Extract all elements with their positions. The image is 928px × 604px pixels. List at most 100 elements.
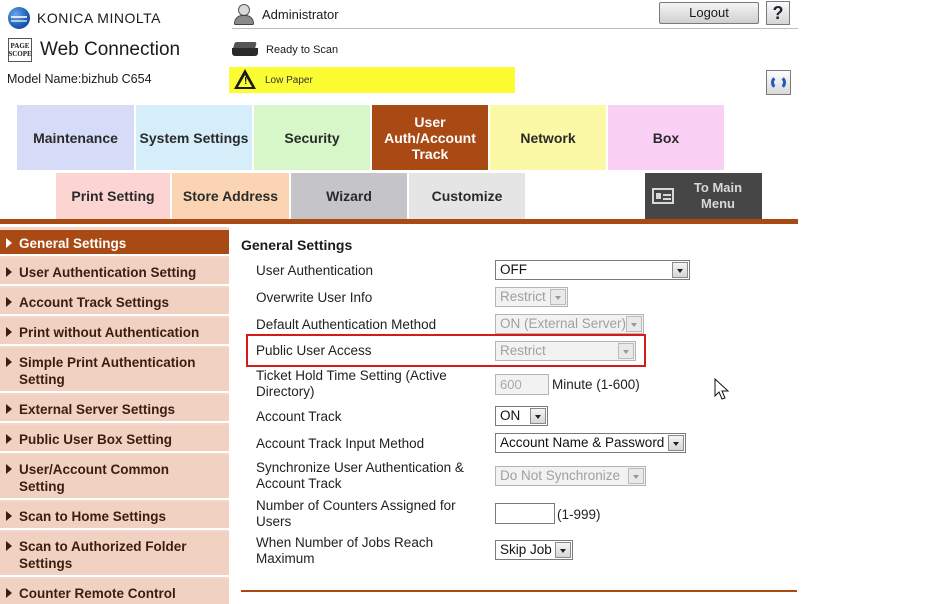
sidebar-item-external-server-settings[interactable]: External Server Settings xyxy=(0,395,229,423)
tab-print-setting[interactable]: Print Setting xyxy=(56,173,170,219)
arrow-right-icon xyxy=(6,267,12,277)
sidebar-item-label: Scan to Authorized Folder Settings xyxy=(19,539,187,571)
jobs-reach-maximum-label: When Number of Jobs Reach Maximum xyxy=(256,535,434,566)
arrow-right-icon xyxy=(6,327,12,337)
tab-store-address[interactable]: Store Address xyxy=(172,173,289,219)
user-authentication-label: User Authentication xyxy=(256,263,374,278)
tab-system-settings[interactable]: System Settings xyxy=(136,105,252,170)
number-of-counters-input[interactable] xyxy=(495,503,555,524)
sidebar-item-label: Account Track Settings xyxy=(19,295,170,310)
tab-user-auth-label: User Auth/Account Track xyxy=(384,113,476,162)
ticket-hold-time-range: Minute (1-600) xyxy=(552,377,640,392)
scanner-icon xyxy=(232,42,258,58)
device-status: Ready to Scan xyxy=(232,42,338,58)
tab-box[interactable]: Box xyxy=(608,105,724,170)
arrow-right-icon xyxy=(6,588,12,598)
sidebar-item-label: Print without Authentication xyxy=(19,325,200,340)
pagescope-icon: PAGE SCOPE xyxy=(8,38,32,62)
pagescope-line2: SCOPE xyxy=(8,50,32,58)
logout-button[interactable]: Logout xyxy=(659,2,759,24)
globe-logo-icon xyxy=(8,7,30,29)
to-main-menu-button[interactable]: To Main Menu xyxy=(645,173,762,219)
header-divider xyxy=(232,28,798,29)
tab-network[interactable]: Network xyxy=(490,105,606,170)
model-name: Model Name:bizhub C654 xyxy=(7,72,152,86)
select-value: Skip Job xyxy=(500,542,552,557)
account-track-input-method-label: Account Track Input Method xyxy=(256,436,425,451)
overwrite-user-info-select[interactable]: Restrict xyxy=(495,287,568,307)
chevron-down-icon xyxy=(672,262,688,278)
tab-user-auth-account-track[interactable]: User Auth/Account Track xyxy=(372,105,488,170)
sidebar-item-label: Scan to Home Settings xyxy=(19,509,167,524)
administrator-icon xyxy=(232,3,256,25)
sidebar-item-scan-to-authorized-folder[interactable]: Scan to Authorized Folder Settings xyxy=(0,532,229,577)
arrow-right-icon xyxy=(6,511,12,521)
account-track-input-method-select[interactable]: Account Name & Password xyxy=(495,433,686,453)
chevron-down-icon xyxy=(550,289,566,305)
sidebar-item-scan-to-home-settings[interactable]: Scan to Home Settings xyxy=(0,502,229,530)
sidebar-item-general-settings[interactable]: General Settings xyxy=(0,230,229,256)
sidebar-item-label: Simple Print Authentication Setting xyxy=(19,355,196,387)
refresh-button[interactable] xyxy=(766,70,791,95)
status-text: Ready to Scan xyxy=(266,44,339,56)
tab-customize[interactable]: Customize xyxy=(409,173,525,219)
web-connection-logo: PAGE SCOPE Web Connection xyxy=(8,38,180,62)
tab-divider xyxy=(0,219,798,224)
number-of-counters-range: (1-999) xyxy=(557,507,601,522)
chevron-down-icon xyxy=(618,343,634,359)
ticket-hold-time-label: Ticket Hold Time Setting (Active Directo… xyxy=(256,368,447,399)
sidebar: General Settings User Authentication Set… xyxy=(0,227,229,604)
sidebar-item-public-user-box-setting[interactable]: Public User Box Setting xyxy=(0,425,229,453)
warning-bar[interactable]: ! Low Paper xyxy=(229,67,515,93)
tab-security[interactable]: Security xyxy=(254,105,370,170)
sidebar-item-user-account-common-setting[interactable]: User/Account Common Setting xyxy=(0,455,229,500)
sidebar-item-account-track-settings[interactable]: Account Track Settings xyxy=(0,288,229,316)
mouse-pointer-icon xyxy=(714,378,730,400)
ticket-hold-time-input[interactable]: 600 xyxy=(495,374,549,395)
select-value: ON (External Server) xyxy=(500,316,627,331)
number-of-counters-label: Number of Counters Assigned for Users xyxy=(256,498,456,529)
sidebar-item-user-authentication-setting[interactable]: User Authentication Setting xyxy=(0,258,229,286)
tab-maintenance[interactable]: Maintenance xyxy=(17,105,134,170)
overwrite-user-info-label: Overwrite User Info xyxy=(256,290,373,305)
sidebar-item-label: General Settings xyxy=(19,236,127,251)
user-name: Administrator xyxy=(262,6,339,22)
sidebar-item-print-without-authentication[interactable]: Print without Authentication xyxy=(0,318,229,346)
help-button[interactable]: ? xyxy=(766,1,790,25)
arrow-right-icon xyxy=(6,357,12,367)
sidebar-item-counter-remote-control[interactable]: Counter Remote Control xyxy=(0,579,229,604)
account-track-select[interactable]: ON xyxy=(495,406,548,426)
main-menu-icon xyxy=(652,188,674,204)
synchronize-select[interactable]: Do Not Synchronize xyxy=(495,466,646,486)
company-name: KONICA MINOLTA xyxy=(37,10,161,26)
select-value: Restrict xyxy=(500,289,546,304)
chevron-down-icon xyxy=(668,435,684,451)
pagescope-line1: PAGE xyxy=(10,42,30,50)
jobs-reach-maximum-select[interactable]: Skip Job xyxy=(495,540,573,560)
synchronize-label: Synchronize User Authentication & Accoun… xyxy=(256,460,464,491)
user-info: Administrator xyxy=(232,3,339,25)
select-value: Restrict xyxy=(500,343,546,358)
chevron-down-icon xyxy=(626,316,642,332)
page-title: General Settings xyxy=(241,237,353,253)
default-auth-method-select[interactable]: ON (External Server) xyxy=(495,314,644,334)
refresh-icon xyxy=(771,75,786,90)
chevron-down-icon xyxy=(628,468,644,484)
arrow-right-icon xyxy=(6,238,12,248)
chevron-down-icon xyxy=(530,408,546,424)
public-user-access-select[interactable]: Restrict xyxy=(495,341,636,361)
warning-text: Low Paper xyxy=(265,74,313,86)
product-name: Web Connection xyxy=(40,39,181,60)
default-auth-method-label: Default Authentication Method xyxy=(256,317,437,332)
select-value: Do Not Synchronize xyxy=(500,468,621,483)
sidebar-item-simple-print-authentication[interactable]: Simple Print Authentication Setting xyxy=(0,348,229,393)
sidebar-item-label: Counter Remote Control xyxy=(19,586,176,601)
sidebar-item-label: External Server Settings xyxy=(19,402,176,417)
arrow-right-icon xyxy=(6,541,12,551)
tab-wizard[interactable]: Wizard xyxy=(291,173,407,219)
user-authentication-select[interactable]: OFF xyxy=(495,260,690,280)
warning-icon: ! xyxy=(232,69,262,91)
content-bottom-divider xyxy=(241,590,797,592)
select-value: ON xyxy=(500,408,521,423)
select-value: OFF xyxy=(500,262,527,277)
